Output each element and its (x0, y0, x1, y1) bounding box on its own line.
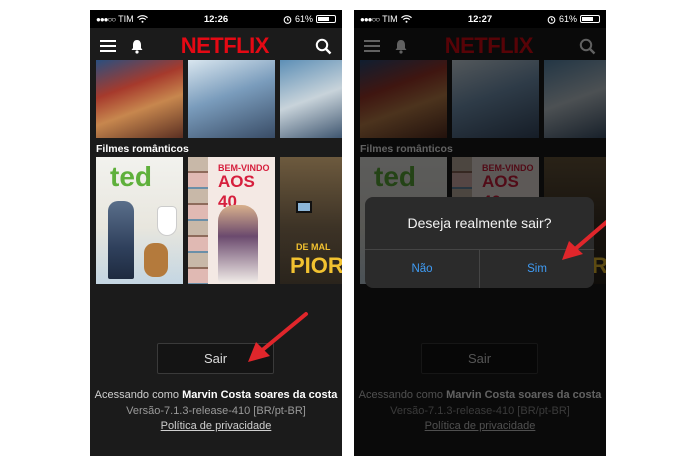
poster-pior-line2: PIOR (290, 253, 342, 278)
phone-screen-confirm: ●●●○○ TIM 12:27 61% NETFLIX Filmes român… (354, 10, 606, 456)
poster-back-to-the-future[interactable] (188, 60, 275, 138)
poster-photo-strip (188, 157, 208, 284)
search-icon[interactable] (315, 38, 332, 55)
poster-ted[interactable]: ted (96, 157, 183, 284)
status-bar: ●●●○○ TIM 12:27 61% (354, 10, 606, 28)
wifi-icon (400, 15, 412, 23)
wifi-icon (136, 15, 148, 23)
battery-icon (316, 15, 336, 23)
poster-bem-vindo-aos-40[interactable]: BEM-VINDO AOS 40 (188, 157, 275, 284)
poster-figure (296, 201, 312, 213)
poster-de-mal-a-pior[interactable]: DE MAL PIOR (280, 157, 342, 284)
signal-icon: ●●●○○ (360, 14, 380, 24)
poster-figure (158, 207, 176, 235)
app-header: NETFLIX (90, 28, 342, 64)
account-prefix: Acessando como (94, 389, 180, 401)
arrow-icon (562, 219, 606, 260)
account-info: Acessando como Marvin Costa soares da co… (90, 389, 342, 401)
account-user-name: Marvin Costa soares da costa (182, 389, 338, 401)
signal-icon: ●●●○○ (96, 14, 116, 24)
bell-icon[interactable] (130, 39, 144, 54)
battery-percent: 61% (294, 14, 313, 24)
section-title: Filmes românticos (96, 143, 189, 155)
poster-figure (218, 205, 258, 283)
poster-ted-title: ted (110, 161, 152, 192)
poster-figure (108, 201, 134, 279)
phone-screen-before: ●●●○○ TIM 12:26 61% NETFLIX Filmes român… (90, 10, 342, 456)
poster-robocop[interactable] (280, 60, 342, 138)
battery-percent: 61% (558, 14, 577, 24)
netflix-logo: NETFLIX (180, 33, 270, 58)
carrier-label: TIM (382, 14, 398, 24)
status-bar: ●●●○○ TIM 12:26 61% (90, 10, 342, 28)
alarm-icon (547, 15, 556, 24)
poster-rocky[interactable] (96, 60, 183, 138)
hamburger-icon[interactable] (100, 40, 116, 52)
dialog-no-button[interactable]: Não (365, 250, 479, 288)
poster-pior-line1: DE MAL (296, 242, 331, 252)
battery-icon (580, 15, 600, 23)
poster-figure (144, 243, 168, 277)
app-version: Versão-7.1.3-release-410 [BR/pt-BR] (126, 405, 306, 417)
carrier-label: TIM (118, 14, 134, 24)
privacy-policy-link[interactable]: Política de privacidade (90, 420, 342, 432)
arrow-icon (248, 312, 308, 362)
alarm-icon (283, 15, 292, 24)
